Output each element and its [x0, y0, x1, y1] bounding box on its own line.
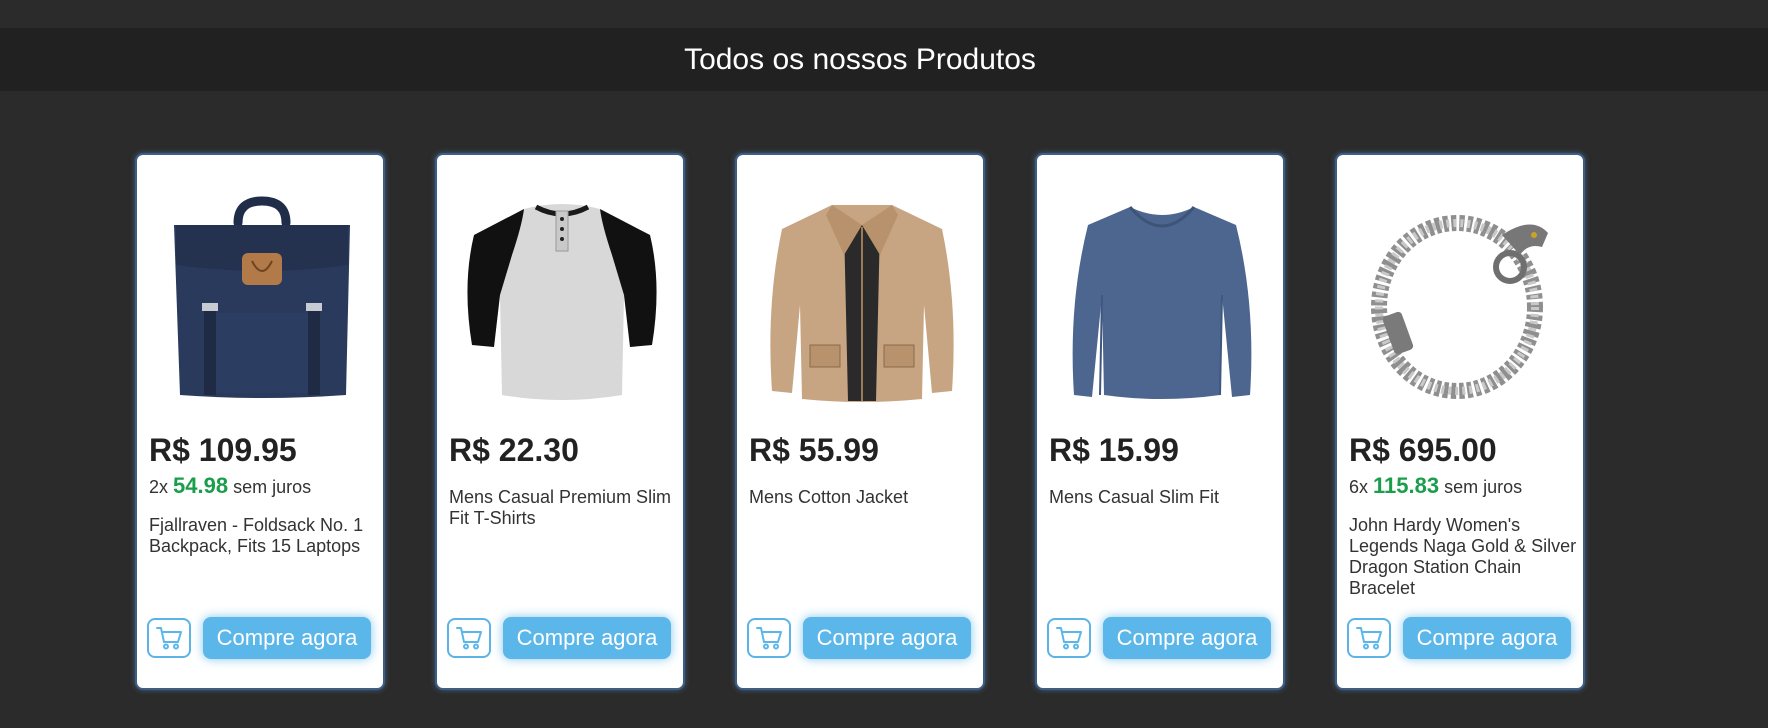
product-price: R$ 22.30: [449, 432, 579, 468]
shopping-cart-icon: [156, 627, 182, 650]
shopping-cart-icon: [456, 627, 482, 650]
installments-count: 2x: [149, 477, 169, 497]
installments-info: 6x 115.83 sem juros: [1349, 473, 1522, 499]
dragon-bracelet-image-svg: [1371, 215, 1548, 399]
product-price: R$ 109.95: [149, 432, 297, 468]
product-grid: R$ 109.95 2x 54.98 sem juros Fjallraven …: [135, 153, 1585, 690]
backpack-image-svg: [174, 196, 350, 398]
product-title: Mens Casual Slim Fit: [1049, 487, 1220, 507]
installments-suffix: sem juros: [1444, 477, 1523, 497]
card-actions: Compre agora: [1347, 617, 1571, 659]
product-card: R$ 55.99 Mens Cotton Jacket Compre agora: [735, 153, 985, 690]
card-actions: Compre agora: [747, 617, 971, 659]
buy-now-button[interactable]: Compre agora: [803, 617, 971, 659]
long-sleeve-shirt-image[interactable]: [1052, 195, 1272, 410]
installments-suffix: sem juros: [233, 477, 312, 497]
product-card: R$ 109.95 2x 54.98 sem juros Fjallraven …: [135, 153, 385, 690]
add-to-cart-button[interactable]: [747, 618, 791, 658]
buy-now-button[interactable]: Compre agora: [1103, 617, 1271, 659]
jacket-image-svg: [770, 205, 954, 402]
product-card: R$ 15.99 Mens Casual Slim Fit Compre ago…: [1035, 153, 1285, 690]
product-title: Mens Cotton Jacket: [749, 487, 909, 507]
shopping-cart-icon: [756, 627, 782, 650]
jacket-image[interactable]: [752, 195, 972, 410]
product-title: Mens Casual Premium Slim Fit T-Shirts: [449, 487, 672, 528]
product-price: R$ 55.99: [749, 432, 879, 468]
add-to-cart-button[interactable]: [147, 618, 191, 658]
header-bar: Todos os nossos Produtos: [0, 28, 1768, 91]
raglan-tshirt-image[interactable]: [452, 195, 672, 410]
product-card: R$ 695.00 6x 115.83 sem juros John Hardy…: [1335, 153, 1585, 690]
installments-value: 115.83: [1373, 473, 1440, 498]
card-actions: Compre agora: [1047, 617, 1271, 659]
shopping-cart-icon: [1356, 627, 1382, 650]
backpack-image[interactable]: [152, 195, 372, 410]
buy-now-button[interactable]: Compre agora: [203, 617, 371, 659]
product-title: Fjallraven - Foldsack No. 1 Backpack, Fi…: [149, 515, 364, 556]
card-actions: Compre agora: [447, 617, 671, 659]
product-card: R$ 22.30 Mens Casual Premium Slim Fit T-…: [435, 153, 685, 690]
product-price: R$ 15.99: [1049, 432, 1179, 468]
add-to-cart-button[interactable]: [1047, 618, 1091, 658]
product-price: R$ 695.00: [1349, 432, 1497, 468]
installments-info: 2x 54.98 sem juros: [149, 473, 311, 499]
installments-value: 54.98: [173, 473, 229, 498]
card-actions: Compre agora: [147, 617, 371, 659]
shopping-cart-icon: [1056, 627, 1082, 650]
dragon-bracelet-image[interactable]: [1352, 195, 1572, 410]
installments-count: 6x: [1349, 477, 1369, 497]
product-title: John Hardy Women's Legends Naga Gold & S…: [1349, 515, 1577, 598]
add-to-cart-button[interactable]: [447, 618, 491, 658]
buy-now-button[interactable]: Compre agora: [1403, 617, 1571, 659]
long-sleeve-shirt-image-svg: [1072, 206, 1252, 399]
page-title: Todos os nossos Produtos: [684, 42, 1036, 76]
add-to-cart-button[interactable]: [1347, 618, 1391, 658]
buy-now-button[interactable]: Compre agora: [503, 617, 671, 659]
raglan-tshirt-image-svg: [467, 204, 657, 400]
